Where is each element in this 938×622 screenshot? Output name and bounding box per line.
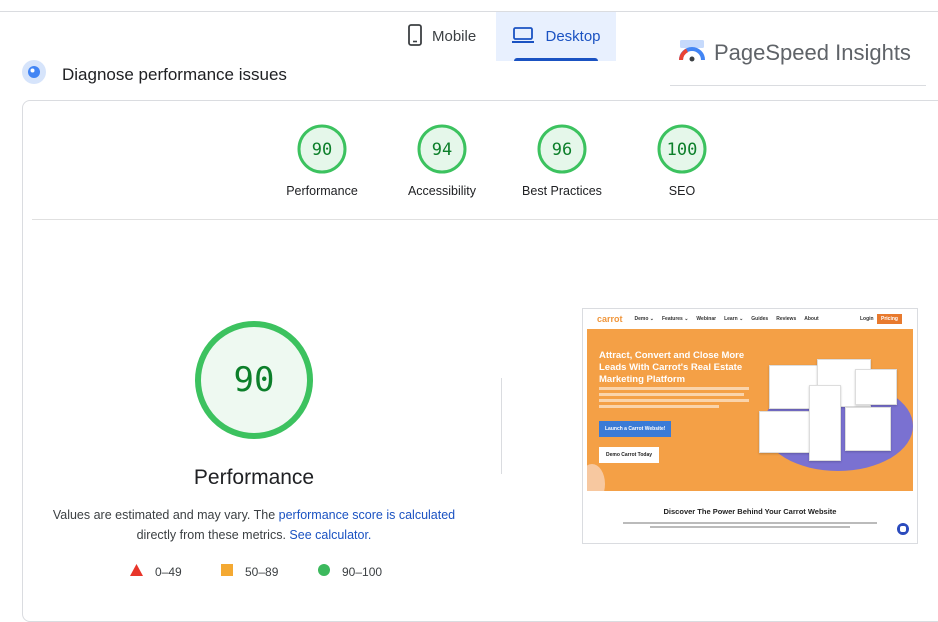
brand-divider [670, 85, 926, 86]
gauge-ring: 94 [417, 124, 467, 174]
pagespeed-logo-icon [678, 38, 706, 67]
screenshot-mockup-card [845, 407, 891, 451]
laptop-icon [511, 26, 535, 48]
section-divider [32, 219, 938, 220]
mobile-phone-icon [408, 23, 422, 50]
gauge-ring: 100 [657, 124, 707, 174]
screenshot-body-text [599, 387, 749, 415]
diagnose-icon [22, 60, 46, 89]
screenshot-primary-button: Launch a Carrot Website! [599, 421, 672, 437]
screenshot-nav: carrot Demo ⌄ Features ⌄ Webinar Learn ⌄… [583, 309, 917, 329]
desc-text-2: directly from these metrics. [136, 528, 290, 542]
tab-mobile-label: Mobile [432, 28, 477, 45]
gauge-label: SEO [668, 184, 696, 198]
screenshot-nav-item: Guides [751, 316, 769, 322]
legend-item-pass: 90–100 [318, 564, 382, 579]
gauge-label: Accessibility [407, 184, 477, 198]
screenshot-decor-circle [587, 464, 605, 491]
gauge-score-value: 94 [432, 140, 452, 160]
performance-big-gauge: 90 [195, 321, 313, 439]
screenshot-sub-text [623, 520, 877, 530]
screenshot-subheading: Discover The Power Behind Your Carrot We… [663, 507, 837, 516]
screenshot-pricing: Pricing [877, 314, 902, 324]
tab-desktop-label: Desktop [545, 28, 601, 45]
score-gauge-performance[interactable]: 90 Performance [274, 124, 370, 198]
tab-selected-indicator [514, 58, 598, 61]
legend-range: 50–89 [245, 564, 279, 579]
diagnose-header: Diagnose performance issues [22, 60, 287, 89]
triangle-icon [130, 564, 143, 579]
page-screenshot[interactable]: carrot Demo ⌄ Features ⌄ Webinar Learn ⌄… [582, 308, 918, 544]
screenshot-nav-item: About [804, 316, 819, 322]
brand-name: PageSpeed Insights [714, 39, 911, 65]
gauge-ring: 96 [537, 124, 587, 174]
desc-text-1: Values are estimated and may vary. The [52, 508, 279, 522]
tab-mobile[interactable]: Mobile [398, 12, 500, 61]
see-calculator-link[interactable]: See calculator. [289, 528, 371, 542]
gauge-ring: 90 [297, 124, 347, 174]
legend-range: 0–49 [155, 564, 182, 579]
performance-big-score: 90 [234, 360, 275, 400]
screenshot-nav-item: Webinar [696, 316, 717, 322]
screenshot-mockup-phone [809, 385, 841, 461]
brand[interactable]: PageSpeed Insights [678, 38, 911, 67]
screenshot-logo: carrot [597, 314, 623, 324]
legend-range: 90–100 [342, 564, 383, 579]
gauge-label: Best Practices [522, 184, 602, 198]
screenshot-nav-item: Features ⌄ [662, 316, 689, 322]
chat-bubble-icon [897, 523, 909, 535]
square-icon [221, 564, 233, 579]
gauge-score-value: 100 [667, 140, 698, 160]
gauge-score-value: 90 [312, 140, 332, 160]
screenshot-mockup-card [855, 369, 897, 405]
performance-description: Values are estimated and may vary. The p… [40, 505, 468, 545]
gauge-score-value: 96 [552, 140, 572, 160]
screenshot-secondary-button: Demo Carrot Today [599, 447, 660, 463]
diagnose-title: Diagnose performance issues [62, 64, 287, 84]
screenshot-nav-item: Reviews [776, 316, 797, 322]
screenshot-mockup-card [759, 411, 811, 453]
screenshot-nav-item: Learn ⌄ [724, 316, 744, 322]
score-gauge-accessibility[interactable]: 94 Accessibility [394, 124, 490, 198]
screenshot-login: Login [860, 316, 874, 322]
gauge-label: Performance [286, 184, 358, 198]
screenshot-nav-item: Demo ⌄ [634, 316, 654, 322]
score-gauge-seo[interactable]: 100 SEO [634, 124, 730, 198]
tab-desktop[interactable]: Desktop [496, 12, 616, 61]
screenshot-hero: Attract, Convert and Close More Leads Wi… [587, 329, 913, 491]
score-gauge-best-practices[interactable]: 96 Best Practices [514, 124, 610, 198]
legend-item-average: 50–89 [221, 564, 278, 579]
circle-icon [318, 564, 330, 579]
screenshot-headline: Attract, Convert and Close More Leads Wi… [599, 350, 745, 385]
performance-score-link[interactable]: performance score is calculated [279, 508, 455, 522]
legend-item-fail: 0–49 [130, 564, 182, 579]
performance-title: Performance [193, 466, 315, 489]
vertical-divider [501, 378, 502, 474]
